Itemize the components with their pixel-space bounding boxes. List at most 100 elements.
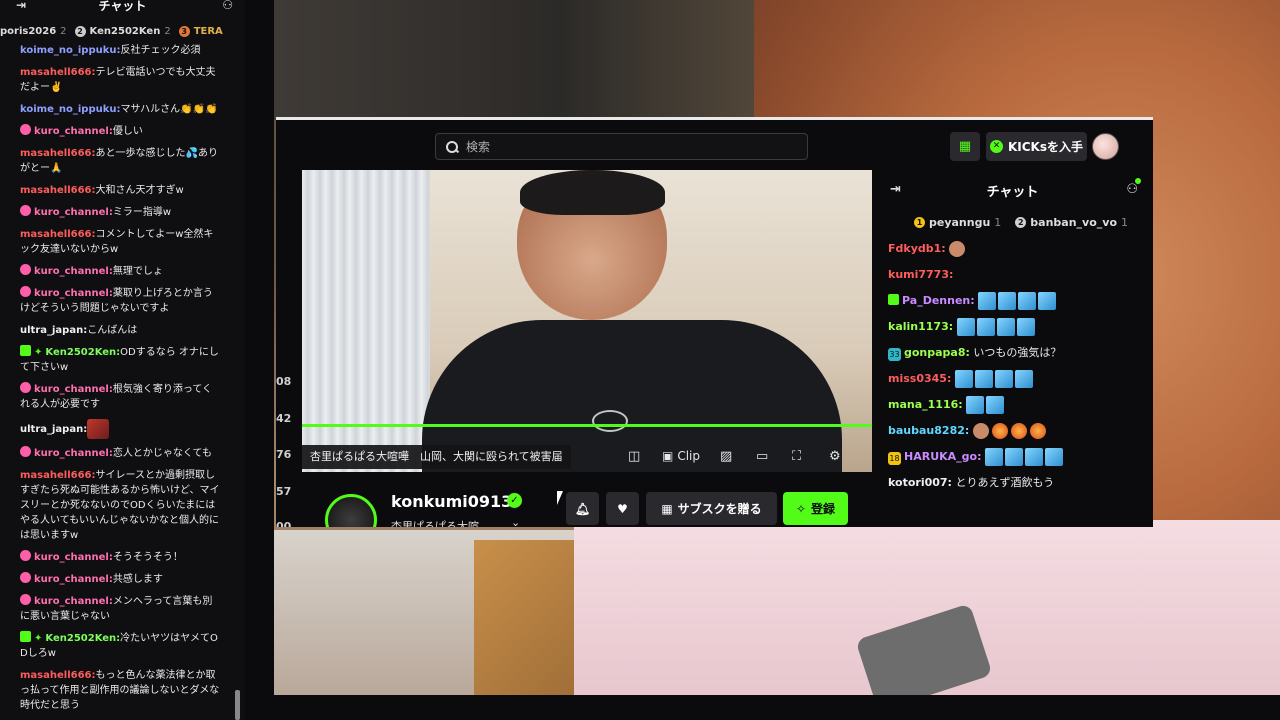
sparkle-icon: ✧ (795, 501, 807, 516)
chat-message: baubau8282: (888, 422, 1143, 440)
left-chat-title: チャット (98, 0, 147, 13)
sparkle-badge-icon: ✦ (34, 347, 43, 358)
chat-message: kalin1173: (888, 318, 1143, 336)
gift-badge-icon (20, 345, 31, 356)
mini-player-icon[interactable]: ▭ (756, 446, 768, 466)
chat-message: masahell666:サイレースとか過剰摂取しすぎたら死ぬ可能性あるから怖いけ… (20, 470, 220, 541)
user-badge-icon (20, 446, 31, 457)
stub-number: 57 (276, 485, 292, 498)
sparkle-badge-icon: ✦ (34, 633, 43, 644)
embedded-stream-page: 検索 ▦ ✕ KICKsを入手 08 42 76 57 00 杏里ぱるぱる大喧嘩… (276, 117, 1153, 527)
favorite-button[interactable]: ♥ (606, 492, 639, 525)
emote-image (1029, 423, 1046, 439)
chat-message: masahell666:大和さん天才すぎw (20, 185, 184, 196)
chat-users-icon[interactable]: ⚇ (1126, 182, 1138, 197)
stub-number: 08 (276, 375, 292, 388)
emote-image (1014, 370, 1033, 388)
emote-image (1038, 292, 1057, 310)
chat-message: kuro_channel:根気強く寄り添ってくれる人が必要です (20, 382, 213, 410)
top-gifters: 1 peyanngu 1 2 banban_vo_vo 1 (914, 216, 1128, 229)
chat-message: kuro_channel:恋人とかじゃなくても (20, 446, 220, 461)
stub-number: 76 (276, 448, 292, 461)
notification-bell-button[interactable]: 🔔︎ (566, 492, 599, 525)
left-chat-messages: koime_no_ippuku:反社チェック必須 masahell666:テレビ… (20, 43, 220, 720)
chat-users-icon[interactable]: ⚇ (222, 0, 233, 12)
chat-message: ultra_japan: (20, 419, 220, 439)
fullscreen-icon[interactable]: ⛶ (792, 446, 801, 466)
user-avatar[interactable] (1092, 133, 1119, 160)
clip-button[interactable]: ▣ Clip (662, 446, 700, 466)
emote-image (1010, 423, 1027, 439)
left-gifter-item: poris2026 2 (0, 25, 67, 37)
channel-avatar[interactable] (325, 494, 377, 527)
user-badge-icon (20, 572, 31, 583)
emote-image (996, 318, 1015, 336)
emote-image (956, 318, 975, 336)
left-top-gifters: poris2026 2 2 Ken2502Ken 2 3 TERA (0, 22, 235, 40)
chat-message: kumi7773: (888, 268, 954, 281)
stream-chat-panel: ⇥ チャット ⚇ 1 peyanngu 1 2 banban_vo_vo 1 F… (872, 170, 1153, 527)
user-badge-icon (20, 382, 31, 393)
gift-badge-icon (888, 294, 899, 305)
gifter-item: 1 peyanngu 1 (914, 216, 1001, 229)
emote-image (976, 318, 995, 336)
emote-image (972, 423, 989, 439)
bell-icon: 🔔︎ (574, 501, 591, 516)
chat-message: kuro_channel:共感します (20, 572, 220, 587)
chat-header: ⇥ チャット ⚇ (872, 170, 1153, 210)
kicks-coin-icon: ✕ (989, 140, 1003, 153)
user-badge-icon (20, 286, 31, 297)
chat-message: Pa_Dennen: (888, 292, 1143, 310)
chat-messages: Fdkydb1: kumi7773: Pa_Dennen: kalin1173:… (888, 240, 1143, 500)
chat-message: kuro_channel:ミラー指導w (20, 205, 220, 220)
chat-message: masahell666:テレビ電話いつでも大丈夫だよー✌️ (20, 67, 216, 93)
search-input[interactable]: 検索 (435, 133, 808, 160)
emote-image (985, 448, 1003, 466)
emote-image (974, 370, 993, 388)
gift-button[interactable]: ▦ (950, 132, 980, 161)
webcam-shelf (274, 0, 754, 120)
left-chat-scrollbar[interactable] (235, 690, 240, 720)
emote-image (998, 292, 1017, 310)
chat-message: 18 HARUKA_go: (888, 448, 1143, 466)
clip-icon: ▣ (662, 449, 674, 463)
gift-badge-icon (20, 631, 31, 642)
stub-number: 42 (276, 412, 292, 425)
emote-image (1005, 448, 1023, 466)
picture-in-picture-icon[interactable]: ▨ (720, 446, 732, 466)
chat-message: masahell666:あと一歩な感じした💦ありがとー🙏 (20, 148, 218, 174)
left-gifter-item: 3 TERA (178, 25, 223, 37)
get-kicks-button[interactable]: ✕ KICKsを入手 (986, 132, 1087, 161)
gift-icon: ▦ (661, 501, 673, 516)
chat-message: kuro_channel:無理でしょ (20, 264, 220, 279)
video-player[interactable]: 杏里ぱるぱる大喧嘩 山岡、大関に殴られて被害届 ◫ ▣ Clip ▨ ▭ ⛶ ⚙ (302, 170, 872, 472)
channel-name[interactable]: konkumi0913 (391, 492, 512, 511)
video-progress-bar[interactable] (302, 424, 872, 427)
chat-message: kuro_channel:優しい (20, 124, 220, 139)
bottom-strip (274, 695, 1280, 720)
settings-gear-icon[interactable]: ⚙ (829, 446, 841, 466)
chat-message: 33 gonpapa8: いつもの強気は？ (888, 346, 1062, 361)
video-person-hair (520, 170, 665, 215)
theater-mode-icon[interactable]: ◫ (628, 446, 640, 466)
chat-message: miss0345: (888, 370, 1143, 388)
chat-message: ✦ Ken2502Ken:ODするなら オナにして下さいw (20, 345, 219, 373)
heart-icon: ♥ (617, 501, 628, 516)
gifter-item: 2 banban_vo_vo 1 (1015, 216, 1128, 229)
gifter-rank-icon: 3 (178, 25, 190, 37)
collapse-chat-icon[interactable]: ⇥ (890, 182, 901, 197)
left-gifter-item: 2 Ken2502Ken 2 (74, 25, 171, 37)
gift-icon: ▦ (958, 139, 972, 154)
emote-image (1025, 448, 1043, 466)
gift-subscription-button[interactable]: ▦ サブスクを贈る (646, 492, 777, 525)
chat-message: masahell666:もっと色んな薬法律とか取っ払って作用と副作用の議論しない… (20, 670, 220, 711)
chat-message: Fdkydb1: (888, 240, 1143, 258)
chat-message: masahell666:コメントしてよーw全然キック友達いないからw (20, 229, 214, 255)
emote-image (1018, 292, 1037, 310)
chevron-down-icon[interactable]: ⌄ (511, 516, 520, 527)
search-placeholder: 検索 (466, 140, 491, 154)
collapse-chat-icon[interactable]: ⇥ (16, 0, 26, 12)
channel-info: konkumi0913 ✓ 杏里ぱるぱる大喧... ⌄ 🔔︎ ♥ ▦ サブスクを贈… (325, 490, 855, 527)
user-badge-icon (20, 205, 31, 216)
follow-button[interactable]: ✧ 登録 (783, 492, 848, 525)
